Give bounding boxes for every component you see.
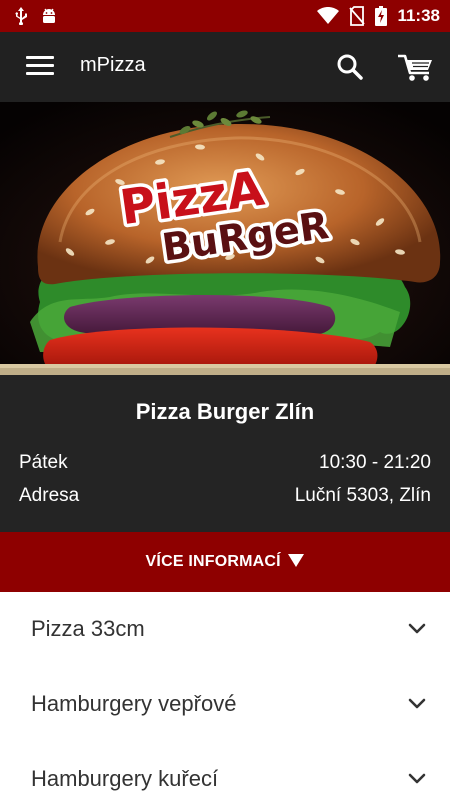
category-item-hamburgery-kureci[interactable]: Hamburgery kuřecí <box>0 742 450 800</box>
android-debug-icon <box>43 8 55 23</box>
wifi-icon <box>317 7 340 24</box>
chevron-down-icon <box>408 773 426 784</box>
triangle-down-icon <box>288 554 305 567</box>
category-label: Hamburgery vepřové <box>31 691 237 716</box>
status-bar: 11:38 <box>0 0 450 32</box>
category-label: Pizza 33cm <box>31 616 145 641</box>
category-item-pizza[interactable]: Pizza 33cm <box>0 592 450 667</box>
more-info-label: VÍCE INFORMACÍ <box>145 553 281 570</box>
hero-banner: PizzA BuRgeR <box>0 102 450 375</box>
status-bar-left <box>14 7 58 25</box>
status-bar-right: 11:38 <box>317 0 440 32</box>
address-value: Luční 5303, Zlín <box>294 485 431 506</box>
address-row: Adresa Luční 5303, Zlín <box>19 485 431 511</box>
search-icon[interactable] <box>335 52 365 82</box>
address-label: Adresa <box>19 485 80 506</box>
app-title: mPizza <box>80 54 146 76</box>
category-list: Pizza 33cm Hamburgery vepřové Hamburgery… <box>0 592 450 800</box>
app-bar: mPizza <box>0 32 450 102</box>
cart-icon[interactable] <box>396 51 434 83</box>
opening-hours: 10:30 - 21:20 <box>319 452 431 473</box>
opening-hours-row: Pátek 10:30 - 21:20 <box>19 452 431 478</box>
chevron-down-icon <box>408 698 426 709</box>
restaurant-name: Pizza Burger Zlín <box>135 399 315 424</box>
category-label: Hamburgery kuřecí <box>31 766 219 791</box>
chevron-down-icon <box>408 623 426 634</box>
day-label: Pátek <box>19 452 68 473</box>
restaurant-info: Pizza Burger Zlín Pátek 10:30 - 21:20 Ad… <box>0 375 450 532</box>
more-info-button[interactable]: VÍCE INFORMACÍ <box>0 532 450 592</box>
usb-icon <box>15 7 27 25</box>
category-item-hamburgery-veprove[interactable]: Hamburgery vepřové <box>0 667 450 742</box>
status-time: 11:38 <box>397 6 440 25</box>
menu-icon[interactable] <box>26 56 54 78</box>
burger-illustration: PizzA BuRgeR <box>0 102 450 375</box>
battery-charging-icon <box>375 6 388 26</box>
no-sim-icon <box>349 6 366 26</box>
more-info-content: VÍCE INFORMACÍ <box>0 553 450 571</box>
